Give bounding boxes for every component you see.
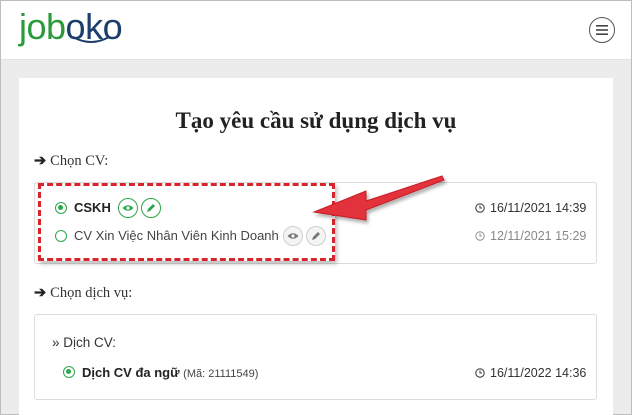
cv-date: 12/11/2021 15:29 <box>475 229 586 243</box>
service-list-panel: » Dịch CV: Dịch CV đa ngữ (Mã: 21111549)… <box>34 314 597 400</box>
service-section-label-text: Chọn dịch vụ: <box>50 285 133 301</box>
service-date-text: 16/11/2022 14:36 <box>490 366 587 380</box>
cv-date-text: 16/11/2021 14:39 <box>490 201 587 215</box>
service-group-label: » Dịch CV: <box>52 335 116 350</box>
clock-icon <box>475 368 485 378</box>
service-date: 16/11/2022 14:36 <box>475 366 586 380</box>
cv-date: 16/11/2021 14:39 <box>475 201 586 215</box>
service-group-label-text: Dịch CV: <box>63 335 117 350</box>
page-title: Tạo yêu cầu sử dụng dịch vụ <box>175 108 457 133</box>
double-chevron-right-icon: » <box>52 335 60 350</box>
cv-section-label-text: Chọn CV: <box>50 153 109 169</box>
cv-date-text: 12/11/2021 15:29 <box>490 229 587 243</box>
logo-smile-icon <box>72 36 110 43</box>
hamburger-menu-button[interactable] <box>589 17 615 43</box>
service-code: (Mã: 21111549) <box>183 368 259 380</box>
service-name-text: Dịch CV đa ngữ <box>82 365 180 380</box>
service-radio-selected[interactable] <box>63 366 75 378</box>
red-pointer-arrow-icon <box>312 175 445 221</box>
service-row[interactable]: Dịch CV đa ngữ (Mã: 21111549) 16/11/2022… <box>35 360 598 384</box>
red-dashed-highlight-box <box>38 183 335 261</box>
hamburger-icon <box>596 25 608 35</box>
arrow-right-icon: ➔ <box>34 153 47 169</box>
service-name: Dịch CV đa ngữ (Mã: 21111549) <box>82 365 258 380</box>
top-navbar: joboko <box>1 1 631 60</box>
clock-icon <box>475 231 485 241</box>
clock-icon <box>475 203 485 213</box>
cv-section-label: ➔ Chọn CV: <box>34 153 108 170</box>
arrow-right-icon: ➔ <box>34 285 47 301</box>
logo-text-job: job <box>19 6 66 47</box>
service-section-label: ➔ Chọn dịch vụ: <box>34 285 132 302</box>
